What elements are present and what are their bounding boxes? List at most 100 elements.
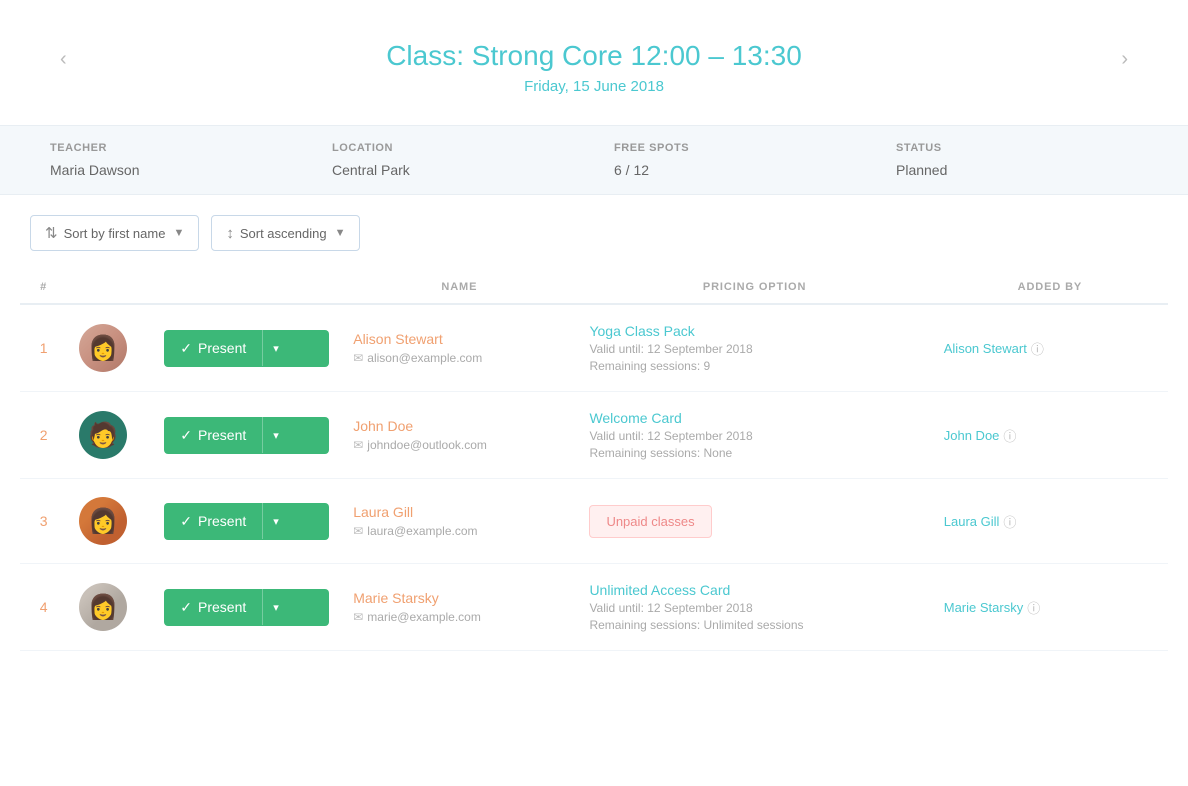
present-main: ✓ Present bbox=[164, 330, 262, 367]
present-dropdown-icon[interactable]: ▾ bbox=[263, 505, 289, 538]
checkmark-icon: ✓ bbox=[180, 340, 192, 357]
checkmark-icon: ✓ bbox=[180, 513, 192, 530]
pricing-name: Yoga Class Pack bbox=[589, 323, 919, 339]
avatar-face: 🧑 bbox=[88, 421, 118, 450]
email-address: marie@example.com bbox=[367, 610, 481, 624]
class-prefix: Class: bbox=[386, 40, 472, 71]
added-by-label: Marie Starsky bbox=[944, 600, 1023, 615]
location-value: Central Park bbox=[332, 162, 574, 178]
present-button[interactable]: ✓ Present ▾ bbox=[164, 503, 329, 540]
col-header-added: ADDED BY bbox=[932, 271, 1168, 304]
present-btn-cell: ✓ Present ▾ bbox=[152, 564, 341, 651]
row-avatar-cell: 👩 bbox=[67, 479, 152, 564]
email-address: laura@example.com bbox=[367, 524, 477, 538]
sort-controls: ⇅ Sort by first name ▼ ↕ Sort ascending … bbox=[0, 195, 1188, 271]
present-label: Present bbox=[198, 513, 246, 529]
location-label: LOCATION bbox=[332, 142, 574, 154]
help-icon[interactable]: ⓘ bbox=[1003, 512, 1016, 531]
table-row: 1 👩 ✓ Present ▾ Alison Stewart bbox=[20, 304, 1168, 392]
present-button[interactable]: ✓ Present ▾ bbox=[164, 589, 329, 626]
col-header-pricing: PRICING OPTION bbox=[577, 271, 931, 304]
added-by-cell: Alison Stewart ⓘ bbox=[932, 304, 1168, 392]
class-date: Friday, 15 June 2018 bbox=[0, 78, 1188, 95]
roster-table-wrap: # NAME PRICING OPTION ADDED BY 1 👩 bbox=[0, 271, 1188, 651]
student-email: ✉ laura@example.com bbox=[353, 524, 565, 538]
free-spots-value: 6 / 12 bbox=[614, 162, 856, 178]
added-by-label: Laura Gill bbox=[944, 514, 1000, 529]
student-name-cell: Laura Gill ✉ laura@example.com bbox=[341, 479, 577, 564]
col-header-hash: # bbox=[20, 271, 67, 304]
status-value: Planned bbox=[896, 162, 1138, 178]
checkmark-icon: ✓ bbox=[180, 599, 192, 616]
class-header: ‹ Class: Strong Core 12:00 – 13:30 Frida… bbox=[0, 20, 1188, 105]
col-header-avatar bbox=[67, 271, 152, 304]
student-email: ✉ johndoe@outlook.com bbox=[353, 438, 565, 452]
free-spots-col: FREE SPOTS 6 / 12 bbox=[594, 126, 876, 194]
pricing-cell: Yoga Class Pack Valid until: 12 Septembe… bbox=[577, 304, 931, 392]
student-name-cell: Marie Starsky ✉ marie@example.com bbox=[341, 564, 577, 651]
email-address: alison@example.com bbox=[367, 351, 482, 365]
row-number: 3 bbox=[20, 479, 67, 564]
pricing-name: Welcome Card bbox=[589, 410, 919, 426]
avatar-face: 👩 bbox=[88, 334, 118, 363]
student-name[interactable]: John Doe bbox=[353, 418, 565, 434]
row-avatar-cell: 👩 bbox=[67, 564, 152, 651]
present-dropdown-icon[interactable]: ▾ bbox=[263, 332, 289, 365]
avatar-face: 👩 bbox=[88, 507, 118, 536]
pricing-cell: Unpaid classes bbox=[577, 479, 931, 564]
avatar: 👩 bbox=[79, 324, 127, 372]
help-icon[interactable]: ⓘ bbox=[1003, 426, 1016, 445]
email-icon: ✉ bbox=[353, 610, 363, 624]
present-label: Present bbox=[198, 427, 246, 443]
pricing-sessions: Remaining sessions: 9 bbox=[589, 359, 919, 373]
class-name: Strong Core 12:00 – 13:30 bbox=[472, 40, 802, 71]
pricing-sessions: Remaining sessions: None bbox=[589, 446, 919, 460]
table-row: 3 👩 ✓ Present ▾ Laura Gill bbox=[20, 479, 1168, 564]
email-icon: ✉ bbox=[353, 524, 363, 538]
row-avatar-cell: 👩 bbox=[67, 304, 152, 392]
added-by-cell: Marie Starsky ⓘ bbox=[932, 564, 1168, 651]
avatar: 👩 bbox=[79, 497, 127, 545]
added-by-name: Marie Starsky ⓘ bbox=[944, 598, 1156, 617]
sort-name-label: Sort by first name bbox=[64, 226, 166, 241]
sort-by-name-button[interactable]: ⇅ Sort by first name ▼ bbox=[30, 215, 199, 251]
avatar-face: 👩 bbox=[88, 593, 118, 622]
unpaid-badge: Unpaid classes bbox=[589, 505, 711, 538]
pricing-cell: Unlimited Access Card Valid until: 12 Se… bbox=[577, 564, 931, 651]
prev-class-button[interactable]: ‹ bbox=[60, 48, 67, 71]
roster-table: # NAME PRICING OPTION ADDED BY 1 👩 bbox=[20, 271, 1168, 651]
pricing-name: Unlimited Access Card bbox=[589, 582, 919, 598]
location-col: LOCATION Central Park bbox=[312, 126, 594, 194]
pricing-valid: Valid until: 12 September 2018 bbox=[589, 601, 919, 615]
sort-ascending-button[interactable]: ↕ Sort ascending ▼ bbox=[211, 215, 360, 251]
present-dropdown-icon[interactable]: ▾ bbox=[263, 419, 289, 452]
sort-name-icon: ⇅ bbox=[45, 224, 58, 242]
student-name[interactable]: Laura Gill bbox=[353, 504, 565, 520]
present-btn-cell: ✓ Present ▾ bbox=[152, 479, 341, 564]
row-number: 1 bbox=[20, 304, 67, 392]
status-label: STATUS bbox=[896, 142, 1138, 154]
table-row: 4 👩 ✓ Present ▾ Marie Starsky bbox=[20, 564, 1168, 651]
student-name-cell: Alison Stewart ✉ alison@example.com bbox=[341, 304, 577, 392]
col-header-name: NAME bbox=[341, 271, 577, 304]
teacher-label: TEACHER bbox=[50, 142, 292, 154]
present-button[interactable]: ✓ Present ▾ bbox=[164, 330, 329, 367]
present-button[interactable]: ✓ Present ▾ bbox=[164, 417, 329, 454]
present-label: Present bbox=[198, 599, 246, 615]
table-row: 2 🧑 ✓ Present ▾ John Doe bbox=[20, 392, 1168, 479]
help-icon[interactable]: ⓘ bbox=[1027, 598, 1040, 617]
pricing-sessions: Remaining sessions: Unlimited sessions bbox=[589, 618, 919, 632]
teacher-col: TEACHER Maria Dawson bbox=[30, 126, 312, 194]
student-name-cell: John Doe ✉ johndoe@outlook.com bbox=[341, 392, 577, 479]
next-class-button[interactable]: › bbox=[1121, 48, 1128, 71]
row-number: 4 bbox=[20, 564, 67, 651]
row-number: 2 bbox=[20, 392, 67, 479]
class-title: Class: Strong Core 12:00 – 13:30 bbox=[0, 40, 1188, 72]
help-icon[interactable]: ⓘ bbox=[1031, 339, 1044, 358]
sort-order-label: Sort ascending bbox=[240, 226, 327, 241]
pricing-cell: Welcome Card Valid until: 12 September 2… bbox=[577, 392, 931, 479]
student-name[interactable]: Alison Stewart bbox=[353, 331, 565, 347]
student-name[interactable]: Marie Starsky bbox=[353, 590, 565, 606]
student-email: ✉ marie@example.com bbox=[353, 610, 565, 624]
present-dropdown-icon[interactable]: ▾ bbox=[263, 591, 289, 624]
